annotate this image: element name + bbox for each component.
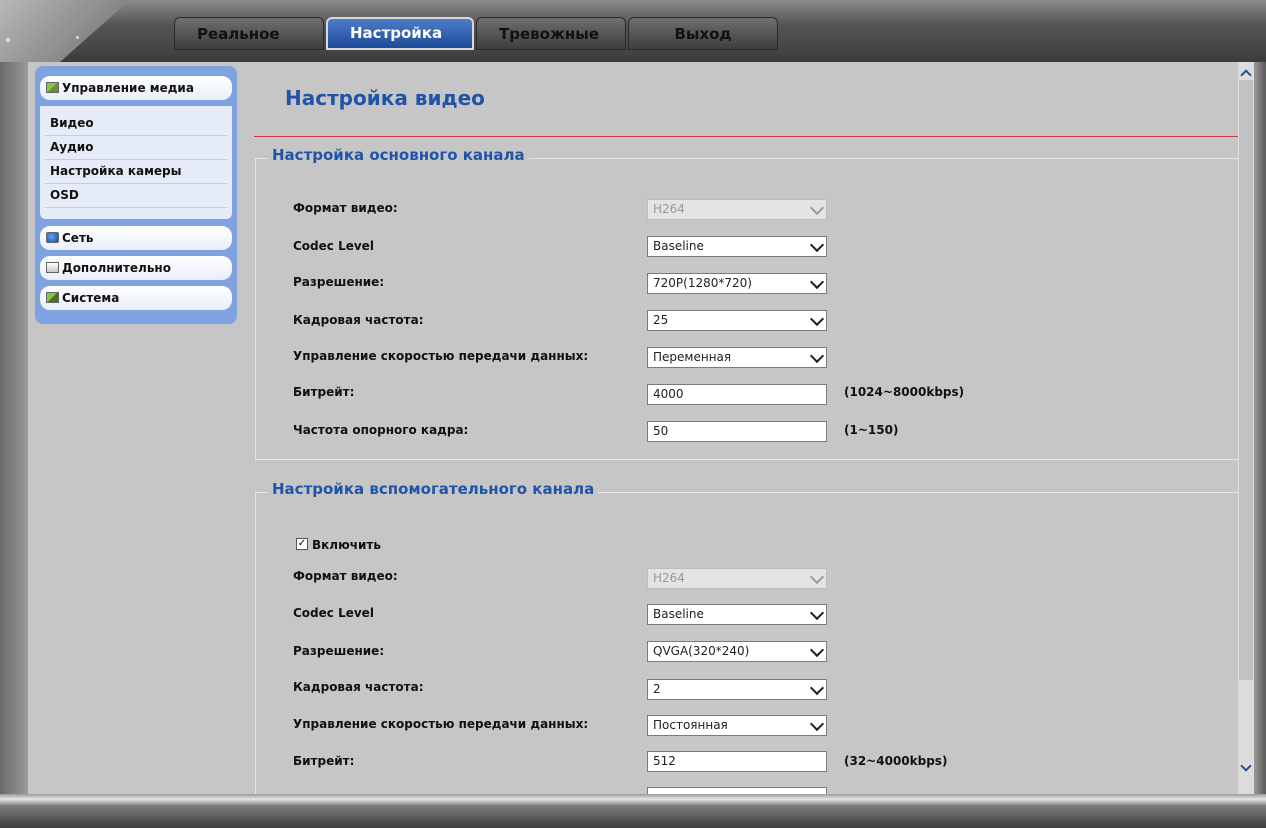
sidebar-item-audio[interactable]: Аудио	[50, 140, 93, 154]
codec-level-label: Codec Level	[293, 606, 374, 620]
frame-rate-select[interactable]: 25	[647, 310, 827, 331]
bitrate-input[interactable]: 4000	[647, 384, 827, 405]
video-format-select: H264	[647, 199, 827, 220]
bitrate-control-label: Управление скоростью передачи данных:	[293, 717, 589, 731]
chevron-down-icon	[809, 237, 825, 253]
video-format-label: Формат видео:	[293, 569, 398, 583]
vertical-scrollbar[interactable]	[1238, 62, 1254, 794]
chevron-down-icon	[809, 274, 825, 290]
bottom-bar	[0, 794, 1266, 828]
bitrate-label: Битрейт:	[293, 754, 355, 768]
sidebar-group-network[interactable]: Сеть	[40, 226, 232, 250]
sidebar-item-osd[interactable]: OSD	[50, 188, 79, 202]
sidebar-group-advanced[interactable]: Дополнительно	[40, 256, 232, 280]
main-channel-fieldset: Настройка основного канала Формат видео:…	[255, 146, 1238, 460]
bitrate-control-label: Управление скоростью передачи данных:	[293, 349, 589, 363]
chevron-up-icon	[1240, 69, 1252, 81]
sub-channel-fieldset: Настройка вспомогательного канала ✓ Вклю…	[255, 480, 1238, 794]
logo-dot	[6, 38, 10, 42]
codec-level-label: Codec Level	[293, 239, 374, 253]
tab-logout[interactable]: Выход	[628, 17, 778, 50]
sidebar-item-video[interactable]: Видео	[50, 116, 94, 130]
right-frame-edge	[1254, 62, 1266, 794]
enable-checkbox[interactable]: ✓	[296, 538, 308, 550]
select-value: Постоянная	[653, 718, 728, 732]
logo-swoosh	[0, 0, 130, 62]
resolution-label: Разрешение:	[293, 644, 385, 658]
sidebar-group-label: Управление медиа	[62, 81, 194, 95]
chevron-down-icon	[809, 311, 825, 327]
select-value: H264	[653, 202, 685, 216]
key-frame-input[interactable]	[647, 787, 827, 794]
content-panel: Настройка видео Настройка основного кана…	[242, 62, 1238, 794]
tab-settings[interactable]: Настройка	[326, 17, 474, 50]
chevron-down-icon	[809, 642, 825, 658]
main-channel-legend: Настройка основного канала	[268, 146, 529, 164]
key-frame-label: Частота опорного кадра:	[293, 423, 469, 437]
title-divider	[254, 136, 1238, 137]
codec-level-select[interactable]: Baseline	[647, 604, 827, 625]
divider	[45, 135, 227, 136]
top-bar: Реальное время Настройка Тревожные Выход	[0, 0, 1266, 76]
scroll-up-button[interactable]	[1238, 64, 1254, 81]
frame-rate-label: Кадровая частота:	[293, 680, 424, 694]
scroll-down-button[interactable]	[1238, 759, 1254, 775]
sidebar-item-camera-settings[interactable]: Настройка камеры	[50, 164, 182, 178]
chevron-down-icon	[809, 716, 825, 732]
key-frame-hint: (1~150)	[844, 423, 899, 437]
advanced-icon	[46, 262, 59, 273]
video-format-select: H264	[647, 568, 827, 589]
left-frame-edge	[0, 62, 28, 794]
enable-label: Включить	[312, 538, 381, 552]
video-format-label: Формат видео:	[293, 201, 398, 215]
tab-realtime[interactable]: Реальное время	[174, 17, 324, 76]
tab-alarms[interactable]: Тревожные	[476, 17, 626, 50]
logo-dot	[76, 36, 79, 39]
sidebar-group-label: Сеть	[62, 231, 94, 245]
bitrate-hint: (32~4000kbps)	[844, 754, 948, 768]
scrollbar-thumb[interactable]	[1239, 80, 1253, 680]
chevron-down-icon	[809, 348, 825, 364]
select-value: H264	[653, 571, 685, 585]
sidebar-nav: Управление медиа Видео Аудио Настройка к…	[35, 66, 237, 324]
select-value: 720P(1280*720)	[653, 276, 752, 290]
sidebar-group-label: Дополнительно	[62, 261, 171, 275]
chevron-down-icon	[809, 569, 825, 585]
sidebar-group-label: Система	[62, 291, 120, 305]
chevron-down-icon	[1240, 760, 1252, 772]
sidebar-group-media[interactable]: Управление медиа	[40, 76, 232, 100]
select-value: Baseline	[653, 239, 704, 253]
divider	[45, 183, 227, 184]
frame-rate-label: Кадровая частота:	[293, 313, 424, 327]
chevron-down-icon	[809, 680, 825, 696]
media-submenu: Видео Аудио Настройка камеры OSD	[40, 106, 232, 219]
resolution-label: Разрешение:	[293, 275, 385, 289]
select-value: 25	[653, 313, 669, 327]
page-title: Настройка видео	[285, 86, 485, 110]
select-value: Baseline	[653, 607, 704, 621]
media-icon	[46, 82, 59, 93]
divider	[45, 159, 227, 160]
frame-rate-select[interactable]: 2	[647, 679, 827, 700]
key-frame-input[interactable]: 50	[647, 421, 827, 442]
bitrate-input[interactable]: 512	[647, 751, 827, 772]
bitrate-label: Битрейт:	[293, 385, 355, 399]
select-value: Переменная	[653, 350, 732, 364]
network-icon	[46, 232, 59, 243]
sidebar-group-system[interactable]: Система	[40, 286, 232, 310]
resolution-select[interactable]: QVGA(320*240)	[647, 641, 827, 662]
sub-channel-legend: Настройка вспомогательного канала	[268, 480, 599, 498]
select-value: 2	[653, 682, 661, 696]
bitrate-hint: (1024~8000kbps)	[844, 385, 965, 399]
chevron-down-icon	[809, 200, 825, 216]
divider	[45, 207, 227, 208]
main-tabs: Реальное время Настройка Тревожные Выход	[174, 17, 780, 76]
select-value: QVGA(320*240)	[653, 644, 750, 658]
chevron-down-icon	[809, 605, 825, 621]
system-icon	[46, 292, 59, 303]
resolution-select[interactable]: 720P(1280*720)	[647, 273, 827, 294]
codec-level-select[interactable]: Baseline	[647, 236, 827, 257]
bitrate-control-select[interactable]: Постоянная	[647, 715, 827, 736]
bitrate-control-select[interactable]: Переменная	[647, 347, 827, 368]
